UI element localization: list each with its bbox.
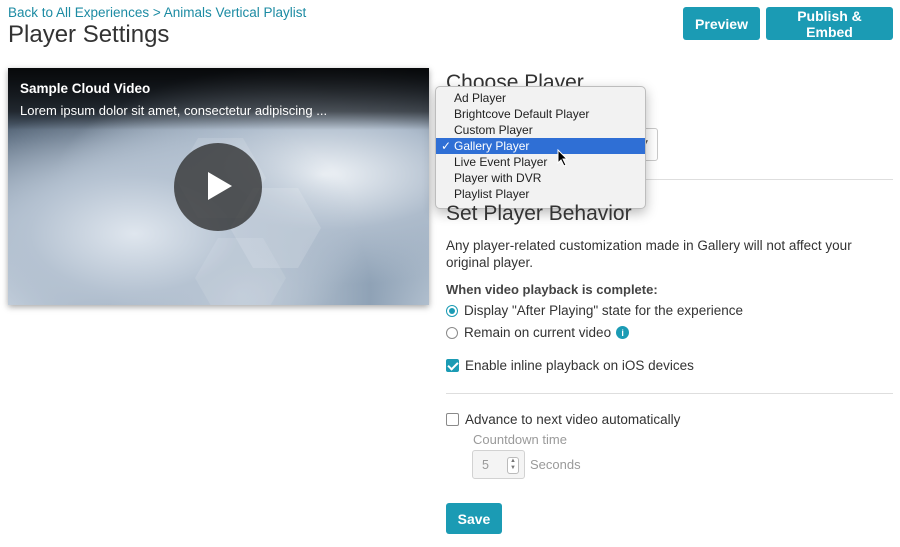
back-to-experiences-link[interactable]: Back to All Experiences	[8, 5, 149, 20]
checkmark-icon: ✓	[441, 139, 452, 153]
after-playing-radio[interactable]	[446, 304, 458, 317]
breadcrumb-current[interactable]: Animals Vertical Playlist	[164, 5, 307, 20]
player-behavior-title: Set Player Behavior	[446, 202, 632, 225]
video-title: Sample Cloud Video	[20, 81, 151, 96]
inline-playback-checkbox[interactable]	[446, 359, 459, 372]
playback-complete-label: When video playback is complete:	[446, 282, 658, 297]
dropdown-option[interactable]: Playlist Player	[436, 186, 645, 202]
seconds-label: Seconds	[530, 457, 581, 472]
play-button[interactable]	[174, 143, 262, 231]
advance-option[interactable]: Advance to next video automatically	[446, 412, 680, 427]
after-playing-label: Display "After Playing" state for the ex…	[464, 303, 743, 318]
video-player-preview[interactable]: Sample Cloud Video Lorem ipsum dolor sit…	[8, 68, 429, 305]
publish-embed-button[interactable]: Publish & Embed	[766, 7, 893, 40]
inline-playback-label: Enable inline playback on iOS devices	[465, 358, 694, 373]
video-info-bar: Sample Cloud Video Lorem ipsum dolor sit…	[8, 68, 429, 130]
dropdown-option[interactable]: Player with DVR	[436, 170, 645, 186]
dropdown-option[interactable]: Live Event Player	[436, 154, 645, 170]
breadcrumb: Back to All Experiences > Animals Vertic…	[8, 5, 306, 20]
dropdown-option-selected[interactable]: ✓ Gallery Player	[436, 138, 645, 154]
behavior-description: Any player-related customization made in…	[446, 238, 852, 270]
divider	[446, 393, 893, 394]
countdown-value: 5	[482, 458, 489, 472]
advance-label: Advance to next video automatically	[465, 412, 681, 427]
page-title: Player Settings	[8, 21, 170, 48]
mouse-cursor-icon	[557, 149, 569, 167]
after-playing-option[interactable]: Display "After Playing" state for the ex…	[446, 303, 743, 318]
remain-label: Remain on current video	[464, 325, 612, 340]
breadcrumb-separator: >	[152, 5, 161, 20]
dropdown-option[interactable]: Ad Player	[436, 90, 645, 106]
save-button[interactable]: Save	[446, 503, 502, 534]
countdown-stepper[interactable]: 5 ▲ ▼	[472, 450, 525, 479]
inline-playback-option[interactable]: Enable inline playback on iOS devices	[446, 358, 694, 373]
remain-option[interactable]: Remain on current video i	[446, 325, 630, 340]
stepper-arrows-icon[interactable]: ▲ ▼	[507, 457, 519, 474]
dropdown-option[interactable]: Custom Player	[436, 122, 645, 138]
info-icon[interactable]: i	[616, 326, 630, 339]
player-dropdown-menu[interactable]: Ad Player Brightcove Default Player Cust…	[435, 86, 646, 209]
preview-button[interactable]: Preview	[683, 7, 760, 40]
play-icon	[208, 172, 232, 200]
dropdown-option[interactable]: Brightcove Default Player	[436, 106, 645, 122]
remain-radio[interactable]	[446, 326, 458, 339]
advance-checkbox[interactable]	[446, 413, 459, 426]
video-description: Lorem ipsum dolor sit amet, consectetur …	[20, 103, 328, 118]
countdown-label: Countdown time	[473, 432, 567, 447]
